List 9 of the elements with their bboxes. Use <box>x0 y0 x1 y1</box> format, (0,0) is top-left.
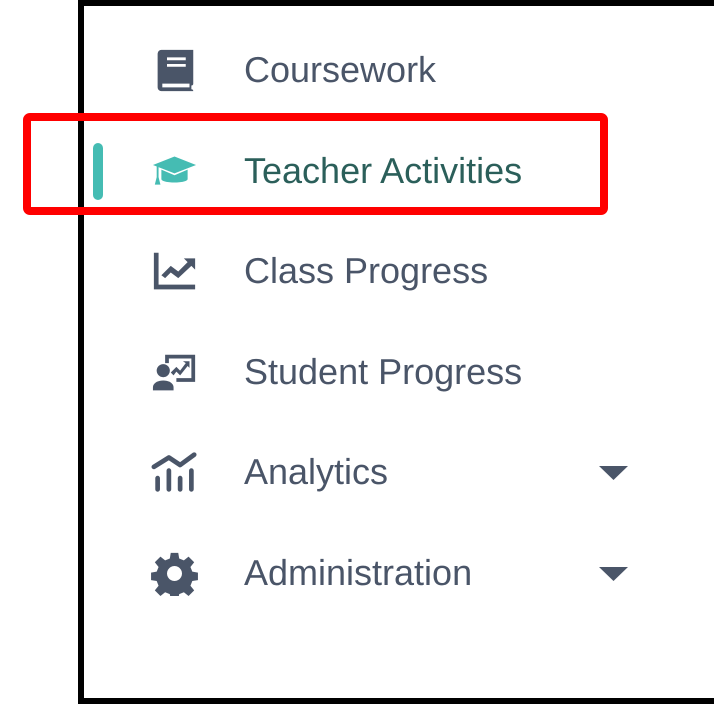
caret-icon[interactable] <box>599 466 628 480</box>
sidebar-item[interactable]: Administration <box>244 550 472 595</box>
caret-icon[interactable] <box>599 566 628 580</box>
sidebar-item[interactable]: Analytics <box>244 450 388 494</box>
sidebar-item[interactable]: Coursework <box>244 48 436 92</box>
sidebar-item[interactable]: Teacher Activities <box>244 148 522 193</box>
sidebar-item[interactable]: Class Progress <box>244 249 488 294</box>
settings-icon <box>151 550 198 596</box>
sidebar-item[interactable]: Student Progress <box>244 350 522 394</box>
